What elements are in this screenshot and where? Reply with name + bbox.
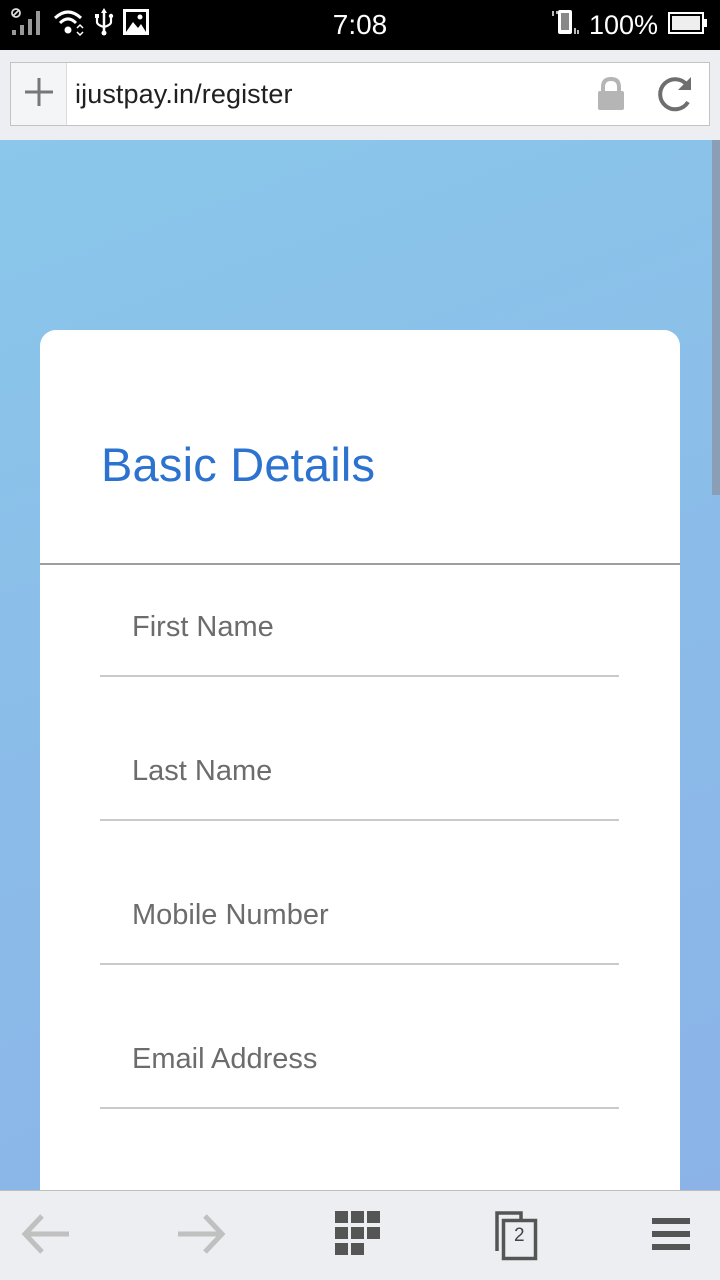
menu-button[interactable] (632, 1191, 712, 1280)
basic-details-card: Basic Details (40, 330, 680, 1190)
mobile-number-field (100, 853, 619, 965)
web-content: Basic Details (0, 140, 720, 1190)
page-scrollbar[interactable] (712, 140, 720, 495)
battery-percent: 100% (588, 9, 658, 40)
tabs-icon: 2 (494, 1211, 540, 1261)
lock-icon[interactable] (591, 74, 631, 114)
new-tab-button[interactable] (11, 63, 67, 125)
battery-icon (668, 11, 708, 40)
vibrate-icon (551, 9, 579, 42)
status-icons-right: 100% (551, 8, 708, 42)
first-name-input[interactable] (100, 597, 619, 657)
address-bar[interactable]: ijustpay.in/register (10, 62, 710, 126)
usb-icon (94, 7, 114, 41)
forward-arrow-icon (177, 1212, 227, 1261)
card-header: Basic Details (40, 330, 680, 565)
tabs-button[interactable]: 2 (477, 1191, 557, 1280)
last-name-input[interactable] (100, 741, 619, 801)
email-address-field (100, 997, 619, 1109)
speed-dial-icon (335, 1210, 381, 1262)
reload-icon[interactable] (653, 72, 697, 116)
back-button[interactable] (5, 1191, 85, 1280)
email-address-input[interactable] (100, 1029, 619, 1089)
speed-dial-button[interactable] (318, 1191, 398, 1280)
card-title: Basic Details (101, 438, 376, 491)
first-name-field (100, 565, 619, 677)
browser-bottom-nav: 2 (0, 1190, 720, 1280)
back-arrow-icon (20, 1212, 70, 1261)
plus-icon (24, 77, 54, 112)
url-text[interactable]: ijustpay.in/register (67, 79, 591, 110)
menu-icon (652, 1217, 692, 1255)
status-bar: 7:08 100% (0, 0, 720, 50)
forward-button[interactable] (162, 1191, 242, 1280)
image-icon (123, 8, 149, 40)
no-sim-signal-icon (10, 7, 44, 41)
wifi-icon (53, 8, 85, 41)
tabs-count: 2 (514, 1225, 525, 1246)
status-icons-left (10, 7, 149, 41)
last-name-field (100, 709, 619, 821)
browser-toolbar: ijustpay.in/register (0, 50, 720, 140)
mobile-number-input[interactable] (100, 885, 619, 945)
